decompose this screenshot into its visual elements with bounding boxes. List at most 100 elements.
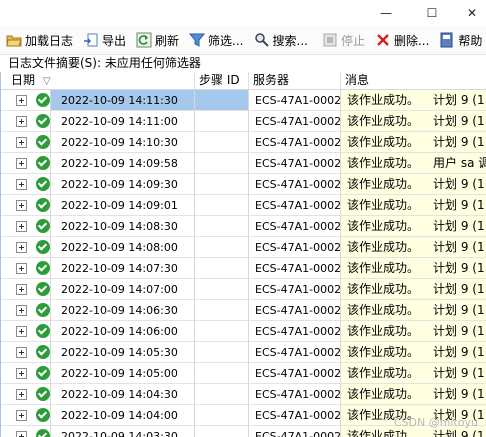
load-log-button[interactable]: 加载日志 — [0, 29, 77, 51]
close-window-button[interactable]: ✕ — [452, 0, 486, 26]
message-detail: 用户 sa 调 — [433, 156, 486, 170]
filter-label: 筛选... — [208, 33, 244, 48]
expand-plus-icon[interactable] — [16, 242, 27, 253]
table-row[interactable]: 2022-10-09 14:11:00 ECS-47A1-0002 该作业成功。 计划… — [1, 111, 486, 132]
message-cell: 该作业成功。 用户 sa 调 — [341, 153, 486, 174]
message-cell: 该作业成功。 计划 9 (1 — [341, 237, 486, 258]
expand-plus-icon[interactable] — [16, 158, 27, 169]
maximize-icon: ☐ — [426, 6, 438, 20]
refresh-label: 刷新 — [155, 33, 180, 48]
message-text: 该作业成功。 — [347, 93, 420, 107]
date-cell: 2022-10-09 14:08:30 — [51, 216, 195, 237]
expand-plus-icon[interactable] — [16, 200, 27, 211]
table-row[interactable]: 2022-10-09 14:09:01 ECS-47A1-0002 该作业成功。 计划… — [1, 195, 486, 216]
expand-plus-icon[interactable] — [16, 137, 27, 148]
message-cell: 该作业成功。 计划 9 (1 — [341, 216, 486, 237]
column-header-message[interactable]: 消息 — [341, 72, 486, 89]
expand-cell — [1, 153, 51, 174]
success-check-icon — [36, 177, 50, 191]
expand-plus-icon[interactable] — [16, 347, 27, 358]
date-cell: 2022-10-09 14:07:00 — [51, 279, 195, 300]
delete-button[interactable]: 删除... — [369, 29, 433, 51]
expand-plus-icon[interactable] — [16, 326, 27, 337]
expand-cell — [1, 300, 51, 321]
column-header-step-id[interactable]: 步骤 ID — [195, 72, 249, 89]
expand-plus-icon[interactable] — [16, 116, 27, 127]
message-detail: 计划 9 (1 — [433, 324, 485, 338]
success-check-icon — [36, 387, 50, 401]
expand-plus-icon[interactable] — [16, 431, 27, 437]
table-row[interactable]: 2022-10-09 14:08:30 ECS-47A1-0002 该作业成功。 计划… — [1, 216, 486, 237]
table-row[interactable]: 2022-10-09 14:05:00 ECS-47A1-0002 该作业成功。 计划… — [1, 363, 486, 384]
date-cell: 2022-10-09 14:06:00 — [51, 321, 195, 342]
step-id-cell — [195, 363, 249, 384]
filter-button[interactable]: 筛选... — [183, 29, 247, 51]
message-detail: 计划 9 (1 — [433, 93, 485, 107]
export-button[interactable]: 导出 — [77, 29, 130, 51]
table-row[interactable]: 2022-10-09 14:11:30 ECS-47A1-0002 该作业成功。 计划… — [1, 90, 486, 111]
server-cell: ECS-47A1-0002 — [249, 342, 341, 363]
column-header-server[interactable]: 服务器 — [249, 72, 341, 89]
table-row[interactable]: 2022-10-09 14:04:30 ECS-47A1-0002 该作业成功。 计划… — [1, 384, 486, 405]
server-cell: ECS-47A1-0002 — [249, 174, 341, 195]
message-detail: 计划 9 (1 — [433, 303, 485, 317]
success-check-icon — [36, 366, 50, 380]
table-row[interactable]: 2022-10-09 14:07:30 ECS-47A1-0002 该作业成功。 计划… — [1, 258, 486, 279]
expand-cell — [1, 216, 51, 237]
table-row[interactable]: 2022-10-09 14:06:00 ECS-47A1-0002 该作业成功。 计划… — [1, 321, 486, 342]
help-button[interactable]: 帮助 — [433, 29, 486, 51]
step-id-cell — [195, 174, 249, 195]
table-row[interactable]: 2022-10-09 14:07:00 ECS-47A1-0002 该作业成功。 计划… — [1, 279, 486, 300]
step-id-cell — [195, 405, 249, 426]
success-check-icon — [36, 429, 50, 437]
server-cell: ECS-47A1-0002 — [249, 426, 341, 437]
table-row[interactable]: 2022-10-09 14:09:58 ECS-47A1-0002 该作业成功。 用户… — [1, 153, 486, 174]
server-cell: ECS-47A1-0002 — [249, 363, 341, 384]
server-cell: ECS-47A1-0002 — [249, 111, 341, 132]
expand-plus-icon[interactable] — [16, 179, 27, 190]
window-titlebar: — ☐ ✕ — [0, 0, 486, 26]
message-detail: 计划 9 (1 — [433, 219, 485, 233]
message-detail: 计划 9 (1 — [433, 345, 485, 359]
table-row[interactable]: 2022-10-09 14:06:30 ECS-47A1-0002 该作业成功。 计划… — [1, 300, 486, 321]
server-cell: ECS-47A1-0002 — [249, 321, 341, 342]
expand-plus-icon[interactable] — [16, 263, 27, 274]
table-row[interactable]: 2022-10-09 14:10:30 ECS-47A1-0002 该作业成功。 计划… — [1, 132, 486, 153]
table-row[interactable]: 2022-10-09 14:05:30 ECS-47A1-0002 该作业成功。 计划… — [1, 342, 486, 363]
success-check-icon — [36, 345, 50, 359]
message-text: 该作业成功。 — [347, 429, 420, 437]
message-text: 该作业成功。 — [347, 198, 420, 212]
message-detail: 计划 9 (1 — [433, 282, 485, 296]
expand-plus-icon[interactable] — [16, 368, 27, 379]
success-check-icon — [36, 282, 50, 296]
refresh-button[interactable]: 刷新 — [130, 29, 183, 51]
message-text: 该作业成功。 — [347, 261, 420, 275]
maximize-button[interactable]: ☐ — [412, 0, 452, 26]
table-row[interactable]: 2022-10-09 14:09:30 ECS-47A1-0002 该作业成功。 计划… — [1, 174, 486, 195]
message-cell: 该作业成功。 计划 9 (1 — [341, 111, 486, 132]
minimize-button[interactable]: — — [366, 0, 406, 26]
stop-button[interactable]: 停止 — [316, 29, 369, 51]
expand-plus-icon[interactable] — [16, 284, 27, 295]
expand-cell — [1, 279, 51, 300]
expand-cell — [1, 90, 51, 111]
expand-plus-icon[interactable] — [16, 389, 27, 400]
expand-cell — [1, 132, 51, 153]
column-header-date[interactable]: 日期 ▽ — [1, 72, 195, 89]
expand-plus-icon[interactable] — [16, 305, 27, 316]
message-text: 该作业成功。 — [347, 366, 420, 380]
success-check-icon — [36, 408, 50, 422]
search-button[interactable]: 搜索... — [248, 29, 312, 51]
expand-plus-icon[interactable] — [16, 410, 27, 421]
success-check-icon — [36, 219, 50, 233]
message-text: 该作业成功。 — [347, 387, 420, 401]
date-cell: 2022-10-09 14:03:30 — [51, 426, 195, 437]
message-text: 该作业成功。 — [347, 240, 420, 254]
step-id-cell — [195, 426, 249, 437]
message-cell: 该作业成功。 计划 9 (1 — [341, 342, 486, 363]
expand-plus-icon[interactable] — [16, 95, 27, 106]
expand-plus-icon[interactable] — [16, 221, 27, 232]
table-row[interactable]: 2022-10-09 14:08:00 ECS-47A1-0002 该作业成功。 计划… — [1, 237, 486, 258]
grid-header: 日期 ▽ 步骤 ID 服务器 消息 — [1, 72, 486, 90]
server-cell: ECS-47A1-0002 — [249, 216, 341, 237]
